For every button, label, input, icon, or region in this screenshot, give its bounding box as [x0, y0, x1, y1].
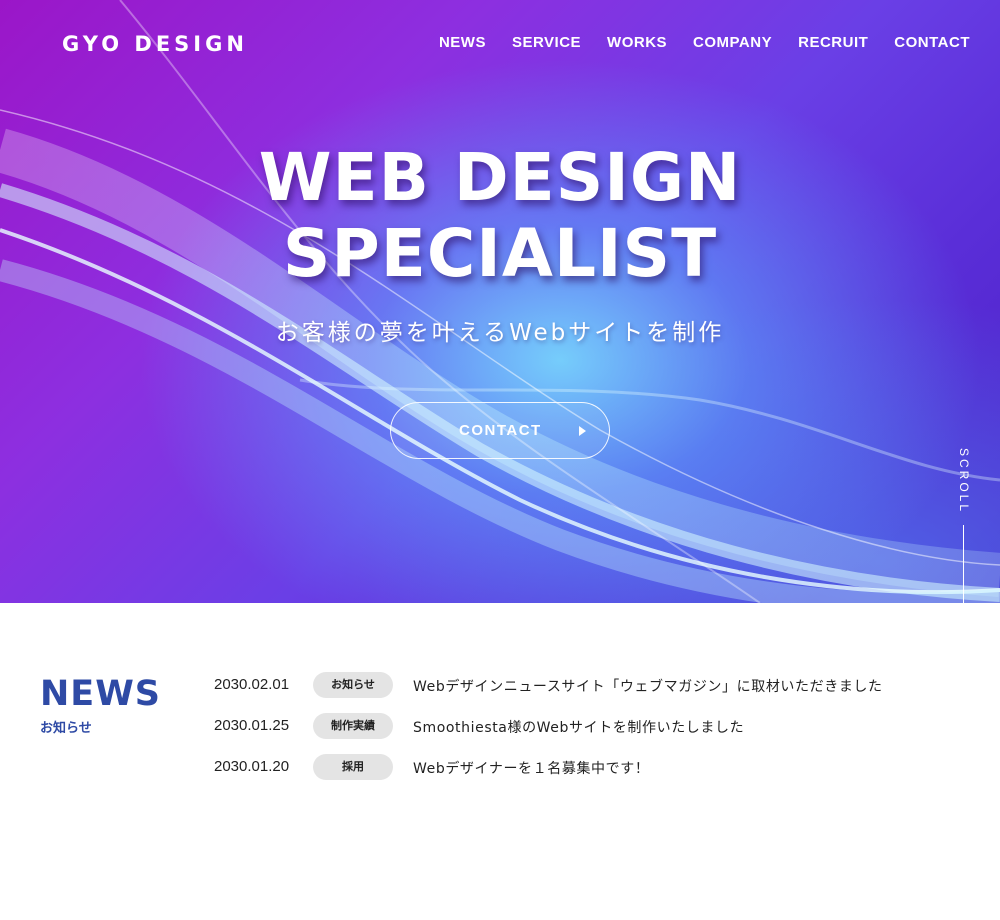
nav-item-contact[interactable]: CONTACT	[894, 34, 970, 51]
news-date: 2030.01.25	[214, 717, 290, 734]
contact-button[interactable]: CONTACT	[390, 402, 610, 459]
news-headline-link[interactable]: Webデザインニュースサイト「ウェブマガジン」に取材いただきました	[413, 676, 883, 696]
contact-button-label: CONTACT	[459, 422, 542, 439]
nav-item-company[interactable]: COMPANY	[693, 34, 772, 51]
hero-title: WEB DESIGN SPECIALIST	[0, 140, 1000, 292]
hero-light-waves	[0, 0, 1000, 603]
news-item[interactable]: 2030.01.20 採用 Webデザイナーを１名募集中です！	[214, 754, 974, 780]
news-category-badge: お知らせ	[313, 672, 393, 698]
site-logo[interactable]: GYO DESIGN	[62, 32, 248, 56]
news-heading: NEWS お知らせ	[40, 674, 161, 736]
news-date: 2030.01.20	[214, 758, 290, 775]
news-category-badge: 制作実績	[313, 713, 393, 739]
news-date: 2030.02.01	[214, 676, 290, 693]
nav-item-works[interactable]: WORKS	[607, 34, 667, 51]
scroll-label: SCROLL	[957, 448, 971, 515]
news-item[interactable]: 2030.01.25 制作実績 Smoothiesta様のWebサイトを制作いた…	[214, 713, 974, 739]
news-headline-link[interactable]: Smoothiesta様のWebサイトを制作いたしました	[413, 717, 744, 737]
scroll-indicator[interactable]: SCROLL	[957, 448, 971, 603]
hero-subtitle: お客様の夢を叶えるWebサイトを制作	[275, 320, 725, 346]
nav-item-recruit[interactable]: RECRUIT	[798, 34, 868, 51]
news-item[interactable]: 2030.02.01 お知らせ Webデザインニュースサイト「ウェブマガジン」に…	[214, 672, 974, 698]
news-title: NEWS	[40, 674, 162, 714]
nav-item-news[interactable]: NEWS	[439, 34, 486, 51]
play-arrow-icon	[579, 426, 586, 436]
scroll-line	[963, 525, 964, 603]
nav-item-service[interactable]: SERVICE	[512, 34, 581, 51]
news-category-badge: 採用	[313, 754, 393, 780]
global-nav: NEWS SERVICE WORKS COMPANY RECRUIT CONTA…	[439, 34, 970, 51]
hero-title-line-1: WEB DESIGN	[258, 139, 742, 216]
news-subtitle: お知らせ	[40, 721, 92, 736]
hero-section: GYO DESIGN NEWS SERVICE WORKS COMPANY RE…	[0, 0, 1000, 603]
news-headline-link[interactable]: Webデザイナーを１名募集中です！	[413, 758, 649, 778]
hero-title-line-2: SPECIALIST	[282, 215, 718, 292]
